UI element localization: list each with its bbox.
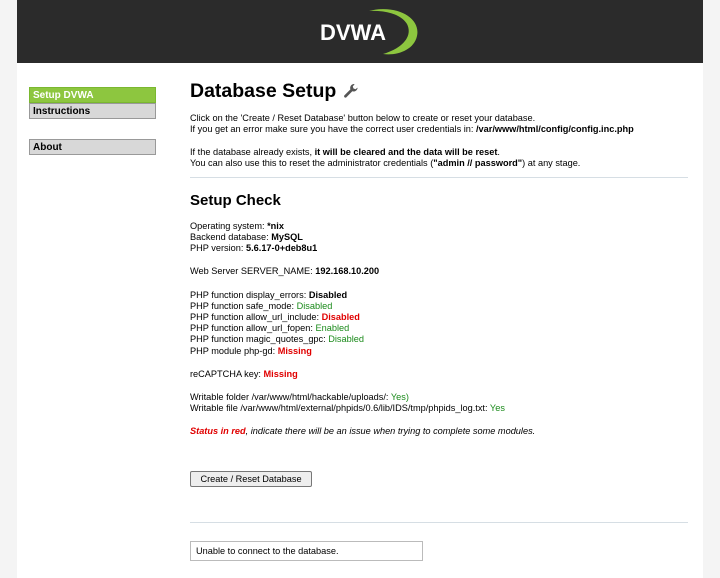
side-menu: Setup DVWA Instructions About <box>29 87 158 155</box>
dvwa-logo: DVWA <box>320 9 418 55</box>
check-recaptcha: reCAPTCHA key: Missing <box>190 369 298 379</box>
check-allow-url-fopen: PHP function allow_url_fopen: Enabled <box>190 323 350 333</box>
check-allow-url-include: PHP function allow_url_include: Disabled <box>190 312 360 322</box>
menu-item-about[interactable]: About <box>29 139 156 155</box>
menu-item-instructions[interactable]: Instructions <box>29 103 156 119</box>
check-writable-folder: Writable folder /var/www/html/hackable/u… <box>190 392 409 402</box>
check-php: PHP version: 5.6.17-0+deb8u1 <box>190 243 318 253</box>
header: DVWA <box>17 0 703 63</box>
check-server-name: Web Server SERVER_NAME: 192.168.10.200 <box>190 266 380 276</box>
svg-text:DVWA: DVWA <box>320 20 386 45</box>
message-box: Unable to connect to the database. <box>190 541 423 561</box>
check-php-gd: PHP module php-gd: Missing <box>190 346 312 356</box>
check-db: Backend database: MySQL <box>190 232 303 242</box>
divider-bottom <box>190 522 688 523</box>
check-writable-file: Writable file /var/www/html/external/php… <box>190 403 505 413</box>
check-display-errors: PHP function display_errors: Disabled <box>190 290 348 300</box>
check-os: Operating system: *nix <box>190 221 284 231</box>
intro-line-4: You can also use this to reset the admin… <box>190 158 581 168</box>
setup-check-heading: Setup Check <box>190 192 281 209</box>
check-magic-quotes: PHP function magic_quotes_gpc: Disabled <box>190 334 364 344</box>
menu-item-setup-dvwa[interactable]: Setup DVWA <box>29 87 156 103</box>
intro-line-3: If the database already exists, it will … <box>190 147 500 157</box>
wrench-icon <box>344 84 358 98</box>
divider <box>190 177 688 178</box>
intro-line-1: Click on the 'Create / Reset Database' b… <box>190 113 536 123</box>
page-container: Setup DVWA Instructions About Database S… <box>17 63 703 578</box>
create-reset-database-button[interactable]: Create / Reset Database <box>190 471 312 487</box>
check-safe-mode: PHP function safe_mode: Disabled <box>190 301 333 311</box>
status-note: Status in red, indicate there will be an… <box>190 426 536 436</box>
page-title: Database Setup <box>190 80 337 102</box>
intro-line-2: If you get an error make sure you have t… <box>190 124 634 134</box>
